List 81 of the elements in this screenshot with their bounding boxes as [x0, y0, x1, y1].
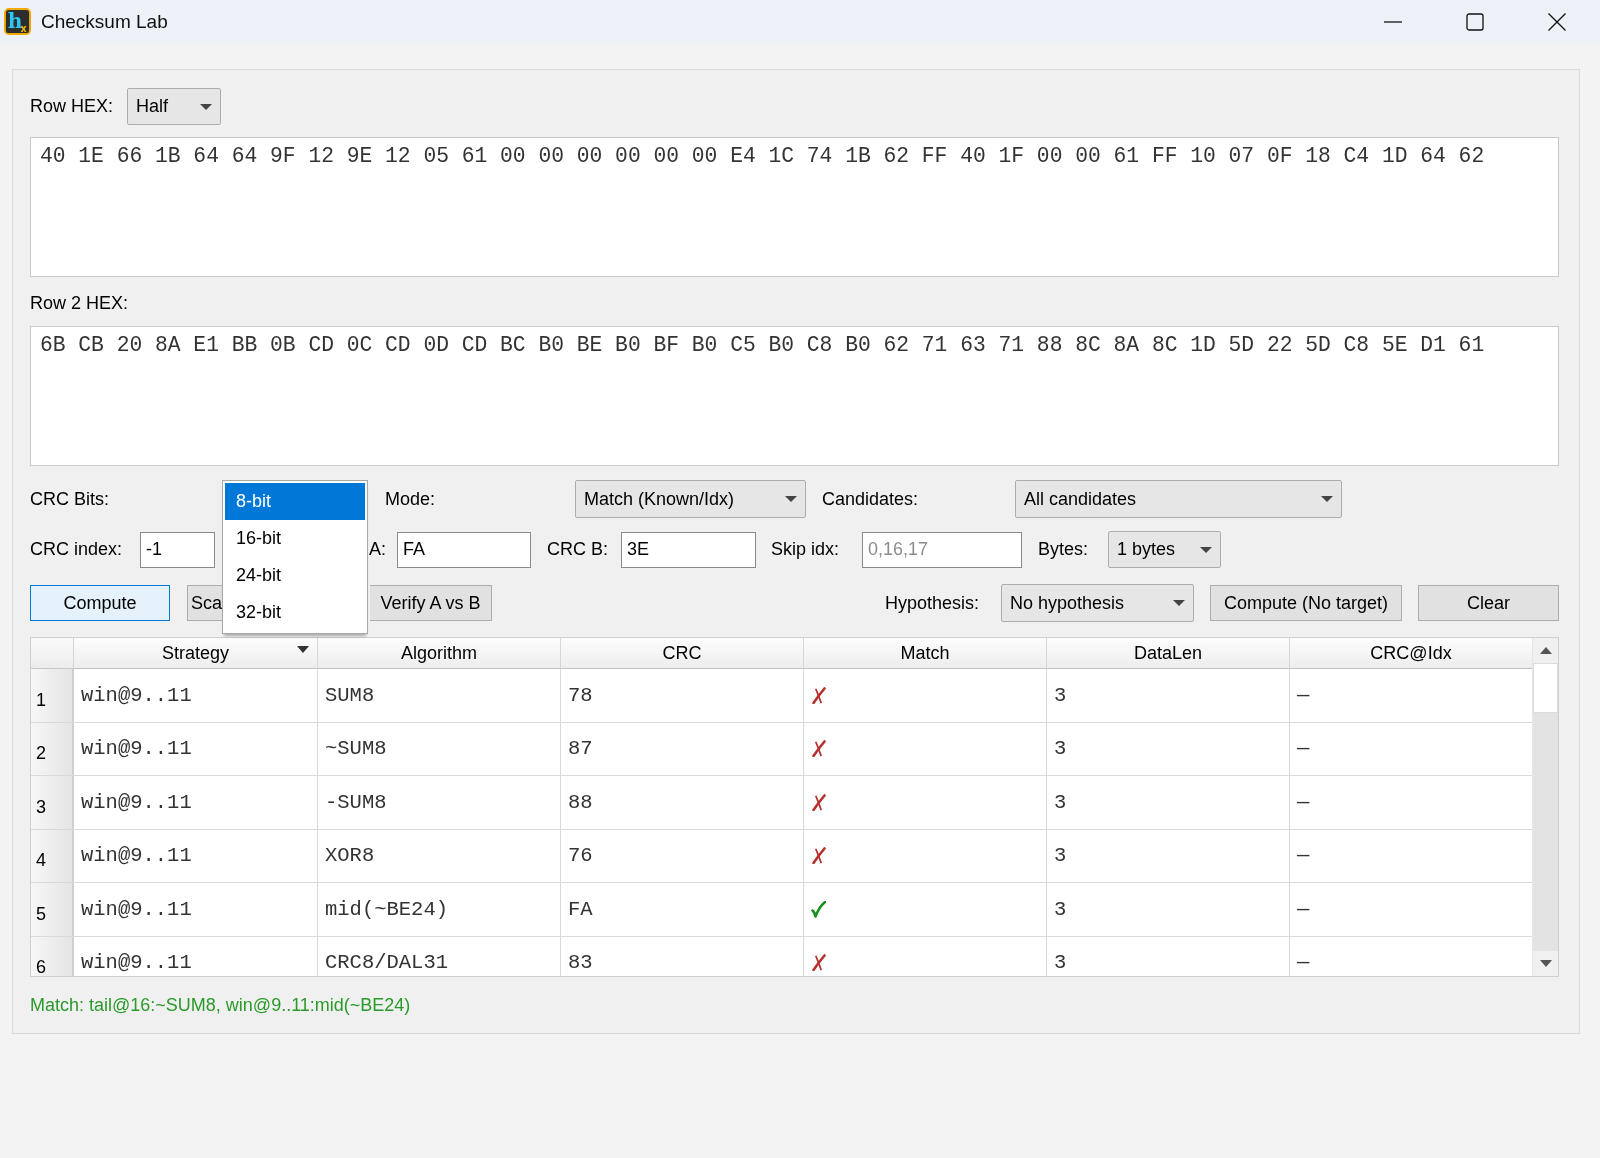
compute-button[interactable]: Compute	[30, 585, 170, 621]
column-header[interactable]: Algorithm	[318, 638, 561, 669]
menu-item[interactable]: 8-bit	[225, 483, 365, 520]
table-cell: 3	[1047, 883, 1290, 937]
skip-idx-label: Skip idx:	[771, 539, 840, 560]
table-cell: 88	[561, 776, 804, 830]
mode-dropdown[interactable]: Match (Known/Idx)	[575, 480, 806, 518]
caret-icon	[1321, 496, 1333, 502]
row-number[interactable]: 5	[31, 883, 74, 937]
crc-a-label: A:	[369, 539, 386, 560]
table-cell: 3	[1047, 669, 1290, 723]
table-cell: 3	[1047, 829, 1290, 883]
column-header[interactable]: Strategy	[74, 638, 318, 669]
table-cell: FA	[561, 883, 804, 937]
table-cell: 76	[561, 829, 804, 883]
caret-icon	[1173, 600, 1185, 606]
hex-mode-dropdown[interactable]: Half	[127, 88, 222, 125]
table-cell: win@9..11	[74, 883, 318, 937]
verify-button[interactable]: Verify A vs B	[370, 585, 492, 621]
scan-button[interactable]: Sca	[187, 585, 222, 621]
column-header[interactable]: CRC	[561, 638, 804, 669]
column-header[interactable]: Match	[804, 638, 1047, 669]
menu-item[interactable]: 16-bit	[225, 520, 365, 557]
table-cell: 3	[1047, 776, 1290, 830]
hypothesis-dropdown[interactable]: No hypothesis	[1001, 584, 1194, 622]
table-cell: XOR8	[318, 829, 561, 883]
menu-item[interactable]: 32-bit	[225, 594, 365, 631]
table-cell: 87	[561, 722, 804, 776]
hypothesis-label: Hypothesis:	[885, 592, 980, 614]
up-arrow-icon[interactable]	[1539, 647, 1552, 654]
window-title: Checksum Lab	[41, 10, 168, 33]
row-2-hex-label: Row 2 HEX:	[30, 292, 129, 314]
table-cell: 78	[561, 669, 804, 723]
table-cell: win@9..11	[74, 936, 318, 976]
candidates-label: Candidates:	[822, 488, 919, 510]
hex-text-field[interactable]: 40 1E 66 1B 64 64 9F 12 9E 12 05 61 00 00 00 00 00 00 E4 1C 74 1B 62 FF 40 1F 00 00 61 FF 10 07 0F 18 C4 1D 64 62	[30, 137, 1559, 277]
table-cell: win@9..11	[74, 669, 318, 723]
row-number[interactable]: 2	[31, 722, 74, 776]
skip-idx-field[interactable]: 0,16,17	[862, 531, 1022, 568]
crc-b-field[interactable]: 3E	[621, 531, 756, 568]
row-number[interactable]: 4	[31, 829, 74, 883]
vertical-scrollbar[interactable]	[1532, 638, 1558, 976]
bytes-dropdown[interactable]: 1 bytes	[1108, 531, 1221, 568]
table-cell: ~SUM8	[318, 722, 561, 776]
compute-no-target-button[interactable]: Compute (No target)	[1210, 585, 1402, 621]
sort-caret-icon	[297, 646, 309, 653]
close-icon[interactable]	[1548, 12, 1566, 31]
crc-bits-label: CRC Bits:	[30, 488, 109, 510]
table-cell: win@9..11	[74, 829, 318, 883]
caret-icon	[785, 496, 797, 502]
column-header[interactable]: CRC@Idx	[1290, 638, 1532, 669]
crc-index-field[interactable]: -1	[140, 531, 215, 568]
row-number[interactable]: 3	[31, 776, 74, 830]
crc-index-label: CRC index:	[30, 539, 123, 560]
hex-text-field[interactable]: 6B CB 20 8A E1 BB 0B CD 0C CD 0D CD BC B0 BE B0 BF B0 C5 B0 C8 B0 62 71 63 71 88 8C 8A 8C 1D 5D 22 5D C8 5E D1 61	[30, 326, 1559, 466]
table-cell: SUM8	[318, 669, 561, 723]
caret-icon	[1200, 546, 1212, 553]
bytes-label: Bytes:	[1038, 539, 1089, 560]
clear-button[interactable]: Clear	[1418, 585, 1559, 621]
table-cell: mid(~BE24)	[318, 883, 561, 937]
table-cell: 83	[561, 936, 804, 976]
crc-b-label: CRC B:	[547, 539, 608, 560]
status-message: Match: tail@16:~SUM8, win@9..11:mid(~BE24)	[30, 994, 412, 1016]
down-arrow-icon[interactable]	[1539, 960, 1552, 967]
row-number[interactable]: 6	[31, 936, 74, 976]
menu-item[interactable]: 24-bit	[225, 557, 365, 594]
candidates-dropdown[interactable]: All candidates	[1015, 480, 1342, 518]
row-number[interactable]: 1	[31, 669, 74, 723]
table-cell: win@9..11	[74, 776, 318, 830]
crc-a-field[interactable]: FA	[397, 531, 531, 568]
maximize-icon[interactable]	[1466, 12, 1484, 31]
row-hex-label: Row HEX:	[30, 96, 114, 117]
table-cell: 3	[1047, 722, 1290, 776]
table-cell: win@9..11	[74, 722, 318, 776]
caret-icon	[200, 103, 213, 110]
column-header[interactable]: DataLen	[1047, 638, 1290, 669]
scrollbar-thumb[interactable]	[1533, 663, 1558, 713]
table-cell: 3	[1047, 936, 1290, 976]
table-cell: -SUM8	[318, 776, 561, 830]
mode-label: Mode:	[385, 488, 436, 510]
table-cell: CRC8/DAL31	[318, 936, 561, 976]
